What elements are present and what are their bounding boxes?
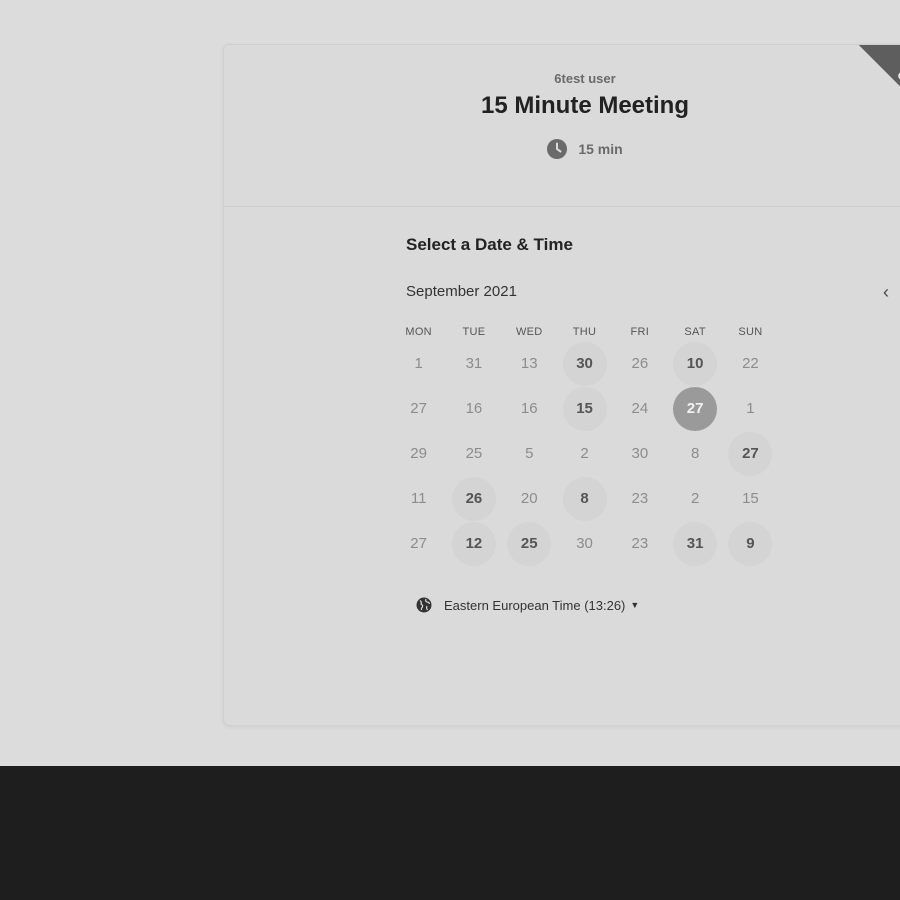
day-cell: 16: [502, 386, 557, 431]
day-cell: 30: [557, 521, 612, 566]
day-number: 13: [520, 355, 538, 372]
event-title: 15 Minute Meeting: [480, 92, 690, 119]
selected-day-cell[interactable]: 27: [667, 386, 722, 431]
day-cell: 27: [391, 521, 446, 566]
available-day-cell[interactable]: 12: [446, 521, 501, 566]
booking-card: P Cal 6test user 15 Minute Meeting 15 mi…: [223, 44, 900, 726]
globe-icon: [416, 597, 432, 613]
clock-icon: [547, 139, 568, 159]
day-number: 27: [410, 535, 427, 552]
day-number: 24: [631, 400, 649, 417]
day-cell: 24: [612, 386, 667, 431]
day-number: 27: [410, 400, 427, 417]
timezone-selector[interactable]: Eastern European Time (13:26) ▼: [416, 597, 639, 613]
day-number[interactable]: 10: [673, 341, 718, 386]
day-cell: 5: [502, 431, 557, 476]
duration-label: 15 min: [578, 141, 623, 157]
day-number: 5: [525, 445, 534, 462]
day-number: 16: [520, 400, 538, 417]
event-duration: 15 min: [224, 139, 900, 159]
weekday-header-row: MON TUE WED THU FRI SAT SUN: [391, 326, 778, 338]
day-cell: 1: [391, 341, 446, 386]
day-number[interactable]: 31: [673, 521, 718, 566]
weekday-label-mon: MON: [405, 326, 432, 338]
available-day-cell[interactable]: 8: [557, 476, 612, 521]
day-number: 26: [631, 355, 649, 372]
day-number: 2: [690, 490, 700, 507]
event-owner-name: 6test user: [554, 71, 616, 86]
chevron-left-icon: ‹: [883, 281, 889, 302]
day-number[interactable]: 8: [562, 476, 607, 521]
day-cell: 23: [612, 521, 667, 566]
day-number: 30: [631, 445, 649, 462]
available-day-cell[interactable]: 25: [502, 521, 557, 566]
weekday-label-tue: TUE: [462, 326, 486, 338]
available-day-cell[interactable]: 30: [557, 341, 612, 386]
section-title: Select a Date & Time: [406, 235, 573, 254]
day-number: 15: [742, 490, 759, 507]
day-number: 22: [742, 355, 759, 372]
day-number: 1: [746, 400, 755, 417]
day-number[interactable]: 15: [562, 386, 607, 431]
available-day-cell[interactable]: 15: [557, 386, 612, 431]
day-number[interactable]: 27: [728, 431, 773, 476]
calendar-day-grid: 1 31 13 30 26 10 22 27 16 16 15 24 27 1 29 25 5 2 30 8 27 11 2…: [391, 341, 778, 566]
day-cell: 1: [723, 386, 778, 431]
day-cell: 2: [557, 431, 612, 476]
day-number: 23: [631, 490, 649, 507]
day-number: 29: [410, 445, 427, 462]
day-cell: 22: [723, 341, 778, 386]
day-number[interactable]: 12: [451, 521, 496, 566]
day-cell: 26: [612, 341, 667, 386]
day-cell: 30: [612, 431, 667, 476]
available-day-cell[interactable]: 9: [723, 521, 778, 566]
day-cell: 2: [667, 476, 722, 521]
day-cell: 27: [391, 386, 446, 431]
day-number: 2: [580, 445, 589, 462]
day-number: 31: [465, 355, 483, 372]
available-day-cell[interactable]: 10: [667, 341, 722, 386]
weekday-label-thu: THU: [572, 326, 597, 338]
day-number[interactable]: 27: [673, 386, 718, 431]
day-number[interactable]: 9: [728, 521, 773, 566]
day-number: 1: [414, 355, 423, 372]
day-number: 11: [410, 490, 427, 507]
day-cell: 13: [502, 341, 557, 386]
day-number: 20: [520, 490, 538, 507]
day-cell: 20: [502, 476, 557, 521]
day-number: 25: [465, 445, 483, 462]
caret-down-icon: ▼: [630, 600, 640, 610]
month-navigation: September 2021 ‹ ›: [406, 282, 889, 302]
weekday-label-sun: SUN: [738, 326, 763, 338]
day-number: 30: [576, 535, 593, 552]
event-header: 6test user 15 Minute Meeting 15 min: [224, 45, 900, 207]
day-number: 23: [631, 535, 649, 552]
day-cell: 23: [612, 476, 667, 521]
day-number[interactable]: 30: [562, 341, 607, 386]
weekday-label-wed: WED: [515, 326, 543, 338]
day-cell: 11: [391, 476, 446, 521]
day-cell: 16: [446, 386, 501, 431]
day-number[interactable]: 26: [451, 476, 496, 521]
day-cell: 31: [446, 341, 501, 386]
available-day-cell[interactable]: 31: [667, 521, 722, 566]
timezone-label: Eastern European Time (13:26): [444, 597, 626, 613]
previous-month-button[interactable]: ‹: [872, 278, 900, 306]
month-label: September 2021: [406, 283, 517, 300]
weekday-label-sat: SAT: [684, 326, 706, 338]
available-day-cell[interactable]: 26: [446, 476, 501, 521]
day-cell: 29: [391, 431, 446, 476]
day-number: 8: [690, 445, 700, 462]
day-cell: 8: [667, 431, 722, 476]
weekday-label-fri: FRI: [630, 326, 650, 338]
footer-bar: [0, 766, 900, 900]
day-number[interactable]: 25: [507, 521, 552, 566]
day-cell: 25: [446, 431, 501, 476]
day-cell: 15: [723, 476, 778, 521]
available-day-cell[interactable]: 27: [723, 431, 778, 476]
day-number: 16: [465, 400, 483, 417]
